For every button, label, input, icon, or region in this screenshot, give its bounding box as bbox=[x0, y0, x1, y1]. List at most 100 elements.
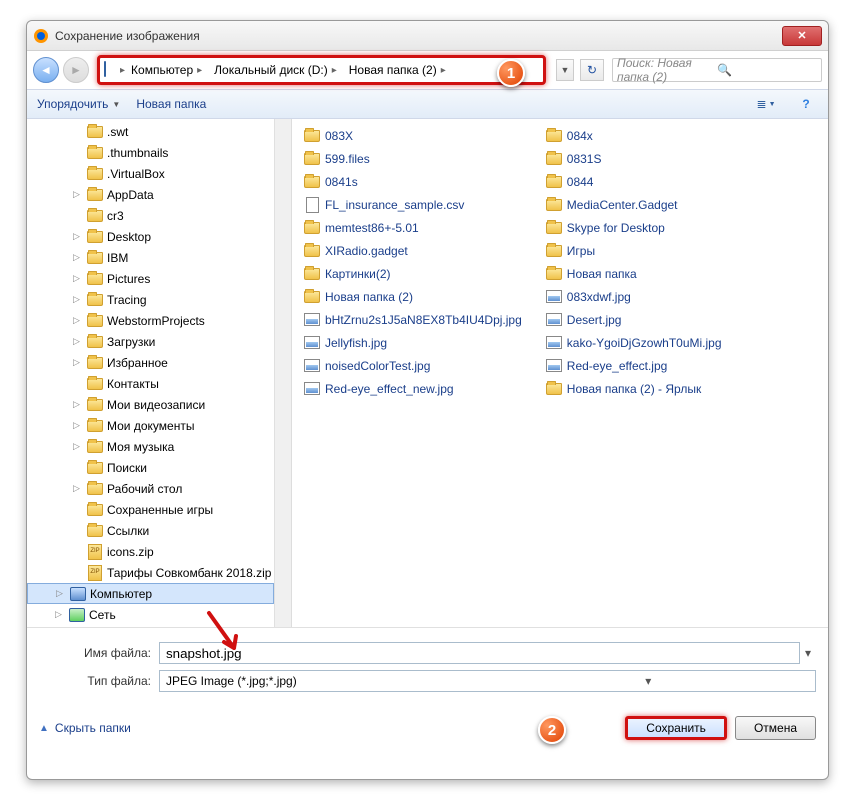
view-mode-button[interactable]: ≣▼ bbox=[754, 93, 778, 115]
tree-item[interactable]: ▷Рабочий стол bbox=[27, 478, 274, 499]
folder-tree[interactable]: .swt.thumbnails .VirtualBox ▷AppDatacr3▷De… bbox=[27, 119, 275, 627]
folder-icon bbox=[87, 124, 103, 140]
file-item[interactable]: Новая папка bbox=[544, 263, 724, 284]
save-form: Имя файла: ▾ Тип файла: JPEG Image (*.jp… bbox=[27, 627, 828, 706]
help-button[interactable]: ? bbox=[794, 93, 818, 115]
scrollbar[interactable] bbox=[275, 119, 292, 627]
folder-icon bbox=[546, 266, 562, 282]
filetype-select[interactable]: JPEG Image (*.jpg;*.jpg) ▾ bbox=[159, 670, 816, 692]
view-icon: ≣ bbox=[757, 97, 767, 111]
tree-item[interactable]: ▷Загрузки bbox=[27, 331, 274, 352]
tree-item[interactable]: .thumbnails bbox=[27, 142, 274, 163]
file-item[interactable]: Новая папка (2) bbox=[302, 286, 524, 307]
folder-icon bbox=[87, 208, 103, 224]
file-item[interactable]: Red-eye_effect_new.jpg bbox=[302, 378, 524, 399]
organize-menu[interactable]: Упорядочить ▼ bbox=[37, 97, 120, 111]
tree-item[interactable]: Тарифы Совкомбанк 2018.zip bbox=[27, 562, 274, 583]
file-item[interactable]: MediaCenter.Gadget bbox=[544, 194, 724, 215]
breadcrumb-segment[interactable]: Новая папка (2)▸ bbox=[343, 58, 452, 82]
file-item[interactable]: 083xdwf.jpg bbox=[544, 286, 724, 307]
folder-icon bbox=[87, 523, 103, 539]
tree-item[interactable]: ▷IBM bbox=[27, 247, 274, 268]
tree-item[interactable]: Сохраненные игры bbox=[27, 499, 274, 520]
folder-icon bbox=[304, 289, 320, 305]
save-button[interactable]: Сохранить bbox=[625, 716, 727, 740]
file-list[interactable]: 083X 599.files 0841sFL_insurance_sample.cs… bbox=[292, 119, 828, 627]
file-item[interactable]: 0831S bbox=[544, 148, 724, 169]
folder-icon bbox=[546, 151, 562, 167]
file-item[interactable]: FL_insurance_sample.csv bbox=[302, 194, 524, 215]
tree-item[interactable]: cr3 bbox=[27, 205, 274, 226]
expand-icon: ▷ bbox=[73, 483, 83, 494]
new-folder-button[interactable]: Новая папка bbox=[136, 97, 206, 111]
filename-label: Имя файла: bbox=[39, 646, 159, 660]
tree-item[interactable]: .VirtualBox bbox=[27, 163, 274, 184]
tree-item[interactable]: Контакты bbox=[27, 373, 274, 394]
back-button[interactable]: ◄ bbox=[33, 57, 59, 83]
breadcrumb-label: Новая папка (2) bbox=[349, 63, 437, 77]
help-icon: ? bbox=[802, 97, 809, 111]
filename-input[interactable] bbox=[159, 642, 800, 664]
tree-item[interactable]: ▷Мои видеозаписи bbox=[27, 394, 274, 415]
file-item[interactable]: bHtZrnu2s1J5aN8EX8Tb4IU4Dpj.jpg bbox=[302, 309, 524, 330]
file-item[interactable]: Новая папка (2) - Ярлык bbox=[544, 378, 724, 399]
file-item[interactable]: kako-YgoiDjGzowhT0uMi.jpg bbox=[544, 332, 724, 353]
file-item[interactable]: 084x bbox=[544, 125, 724, 146]
file-item[interactable]: XIRadio.gadget bbox=[302, 240, 524, 261]
filename-dropdown[interactable]: ▾ bbox=[800, 646, 816, 660]
breadcrumb-segment[interactable]: Компьютер▸ bbox=[125, 58, 208, 82]
tree-item[interactable]: icons.zip bbox=[27, 541, 274, 562]
file-item-label: 599.files bbox=[325, 152, 370, 166]
expand-icon: ▷ bbox=[73, 189, 83, 200]
refresh-button[interactable]: ↻ bbox=[580, 59, 604, 81]
image-icon bbox=[304, 312, 320, 328]
file-item[interactable]: Jellyfish.jpg bbox=[302, 332, 524, 353]
file-item[interactable]: 083X bbox=[302, 125, 524, 146]
tree-item[interactable]: ▷Pictures bbox=[27, 268, 274, 289]
folder-icon bbox=[87, 481, 103, 497]
search-icon[interactable]: 🔍 bbox=[717, 63, 817, 77]
file-item[interactable]: Desert.jpg bbox=[544, 309, 724, 330]
file-item[interactable]: Red-eye_effect.jpg bbox=[544, 355, 724, 376]
file-item-label: Skype for Desktop bbox=[567, 221, 665, 235]
tree-item[interactable]: ▷Desktop bbox=[27, 226, 274, 247]
tree-item[interactable]: ▷WebstormProjects bbox=[27, 310, 274, 331]
file-item-label: MediaCenter.Gadget bbox=[567, 198, 678, 212]
file-item[interactable]: Картинки(2) bbox=[302, 263, 524, 284]
file-item[interactable]: Skype for Desktop bbox=[544, 217, 724, 238]
close-button[interactable]: ✕ bbox=[782, 26, 822, 46]
tree-item[interactable]: Поиски bbox=[27, 457, 274, 478]
breadcrumb[interactable]: ▸ Компьютер▸ Локальный диск (D:)▸ Новая … bbox=[97, 55, 546, 85]
file-item[interactable]: 0841s bbox=[302, 171, 524, 192]
tree-item-label: WebstormProjects bbox=[107, 314, 205, 328]
breadcrumb-segment[interactable]: Локальный диск (D:)▸ bbox=[208, 58, 343, 82]
breadcrumb-dropdown[interactable]: ▼ bbox=[556, 59, 574, 81]
cancel-button[interactable]: Отмена bbox=[735, 716, 816, 740]
file-item[interactable]: noisedColorTest.jpg bbox=[302, 355, 524, 376]
forward-button[interactable]: ► bbox=[63, 57, 89, 83]
tree-item[interactable]: ▷Tracing bbox=[27, 289, 274, 310]
folder-icon bbox=[87, 502, 103, 518]
tree-item[interactable]: ▷Компьютер bbox=[27, 583, 274, 604]
search-input[interactable]: Поиск: Новая папка (2) 🔍 bbox=[612, 58, 822, 82]
tree-item[interactable]: ▷AppData bbox=[27, 184, 274, 205]
tree-item-label: .VirtualBox bbox=[107, 167, 165, 181]
file-item[interactable]: memtest86+-5.01 bbox=[302, 217, 524, 238]
file-item-label: Desert.jpg bbox=[567, 313, 622, 327]
hide-folders-link[interactable]: ▲ Скрыть папки bbox=[39, 721, 131, 735]
expand-icon: ▷ bbox=[73, 399, 83, 410]
tree-item[interactable]: .swt bbox=[27, 121, 274, 142]
tree-item[interactable]: ▷Моя музыка bbox=[27, 436, 274, 457]
tree-item[interactable]: ▷Мои документы bbox=[27, 415, 274, 436]
image-icon bbox=[546, 312, 562, 328]
folder-icon bbox=[87, 166, 103, 182]
file-item[interactable]: 599.files bbox=[302, 148, 524, 169]
tree-item-label: Сохраненные игры bbox=[107, 503, 213, 517]
file-item[interactable]: Игры bbox=[544, 240, 724, 261]
chevron-down-icon: ▼ bbox=[769, 101, 776, 108]
file-item[interactable]: 0844 bbox=[544, 171, 724, 192]
expand-icon: ▷ bbox=[73, 252, 83, 263]
tree-item[interactable]: Ссылки bbox=[27, 520, 274, 541]
tree-item[interactable]: ▷Избранное bbox=[27, 352, 274, 373]
computer-icon bbox=[104, 62, 120, 78]
